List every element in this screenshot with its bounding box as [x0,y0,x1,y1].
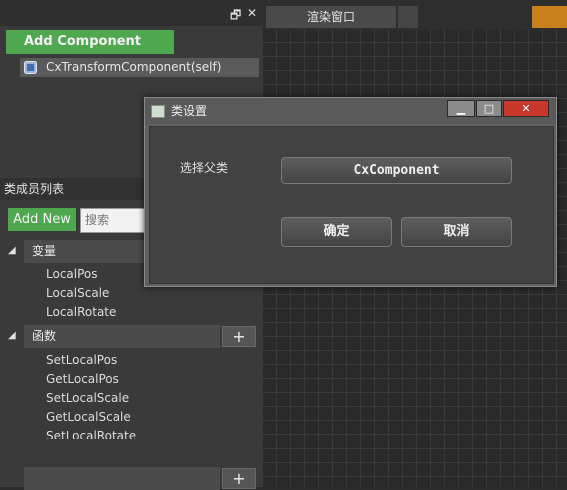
list-item[interactable]: SetLocalScale [46,391,129,405]
restore-icon[interactable]: 🗗 [230,6,241,27]
panel-title-strip [0,0,262,26]
add-button[interactable]: + [222,468,256,489]
list-item[interactable]: GetLocalPos [46,372,119,386]
expand-triangle-icon[interactable]: ◢ [8,330,16,341]
orange-tab[interactable] [532,6,567,28]
close-icon[interactable]: ✕ [247,6,257,20]
parent-class-label: 选择父类 [180,161,229,175]
component-icon [24,61,37,74]
list-item[interactable]: SetLocalRotate [46,429,136,439]
tab-render-window[interactable]: 渲染窗口 [266,6,396,28]
window-icon [151,105,165,118]
add-new-button[interactable]: Add New [8,208,76,231]
list-item[interactable]: SetLocalPos [46,353,117,367]
ok-button[interactable]: 确定 [281,217,392,247]
members-header: 类成员列表 [0,178,154,200]
dialog-title: 类设置 [171,104,208,118]
group-functions[interactable]: ◢ 函数 + [0,325,262,348]
group-label: 变量 [32,244,57,258]
list-item[interactable]: GetLocalScale [46,410,131,424]
expand-triangle-icon[interactable]: ◢ [8,245,16,256]
tab-arrow [398,6,418,28]
dialog-titlebar[interactable]: 类设置 ▁ □ ✕ [145,98,556,124]
list-item[interactable]: LocalScale [46,286,109,300]
add-function-button[interactable]: + [222,326,256,347]
dialog-body: 选择父类 CxComponent 确定 取消 [149,126,554,284]
add-component-button[interactable]: Add Component [6,30,174,54]
tree-item-label: CxTransformComponent(self) [46,60,222,74]
minimize-icon[interactable]: ▁ [447,100,475,117]
search-input[interactable] [80,208,152,233]
maximize-icon[interactable]: □ [476,100,502,117]
list-item[interactable]: LocalPos [46,267,98,281]
group-label: 函数 [32,329,57,343]
tree-item-transform-component[interactable]: CxTransformComponent(self) [20,58,259,77]
close-icon[interactable]: ✕ [503,100,549,117]
cancel-button[interactable]: 取消 [401,217,512,247]
class-settings-dialog: 类设置 ▁ □ ✕ 选择父类 CxComponent 确定 取消 [144,97,557,287]
parent-class-select[interactable]: CxComponent [281,157,512,184]
list-item[interactable]: LocalRotate [46,305,116,319]
